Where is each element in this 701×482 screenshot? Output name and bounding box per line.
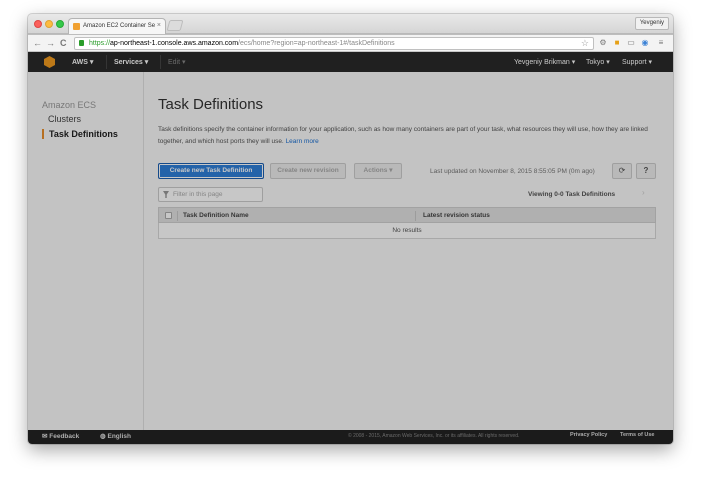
- address-bar[interactable]: https://ap-northeast-1.console.aws.amazo…: [74, 37, 594, 50]
- browser-window: Amazon EC2 Container Se × Yevgeniy ← → C…: [28, 14, 673, 444]
- lock-icon: [79, 40, 84, 46]
- bookmark-star-icon[interactable]: ☆: [581, 38, 589, 49]
- title-bar: Amazon EC2 Container Se × Yevgeniy: [28, 14, 673, 34]
- profile-button[interactable]: Yevgeniy: [634, 17, 669, 30]
- back-icon[interactable]: ←: [33, 38, 42, 48]
- zoom-window-button[interactable]: [56, 20, 64, 28]
- new-tab-button[interactable]: [166, 20, 184, 31]
- url-scheme: https://: [89, 40, 111, 47]
- close-window-button[interactable]: [34, 20, 42, 28]
- url-domain: ap-northeast-1.console.aws.amazon.com: [110, 40, 239, 47]
- tab-close-icon[interactable]: ×: [157, 22, 161, 29]
- extension-icon[interactable]: ◉: [640, 38, 650, 48]
- browser-tab[interactable]: Amazon EC2 Container Se ×: [68, 18, 166, 34]
- menu-icon[interactable]: ≡: [656, 38, 666, 48]
- tab-title: Amazon EC2 Container Se: [83, 23, 156, 29]
- extension-icon[interactable]: ⚙: [598, 38, 608, 48]
- modal-overlay: [28, 52, 673, 444]
- url-path: /ecs/home?region=ap-northeast-1#/taskDef…: [238, 40, 395, 47]
- reload-icon[interactable]: C: [60, 38, 67, 48]
- aws-favicon-icon: [73, 23, 80, 30]
- extension-icon[interactable]: ▭: [626, 38, 636, 48]
- minimize-window-button[interactable]: [45, 20, 53, 28]
- extension-icon[interactable]: ■: [612, 38, 622, 48]
- browser-toolbar: ← → C https://ap-northeast-1.console.aws…: [28, 35, 673, 52]
- forward-icon[interactable]: →: [46, 38, 55, 48]
